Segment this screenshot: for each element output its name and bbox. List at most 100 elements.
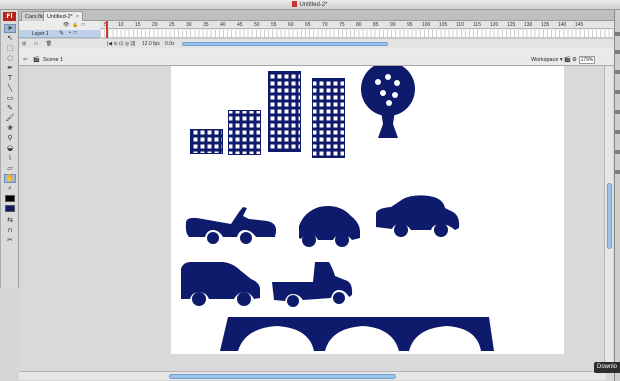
- frame-number: 100: [422, 22, 431, 28]
- fill-color-swatch[interactable]: [5, 205, 15, 212]
- timeline-scrollbar[interactable]: [182, 42, 388, 46]
- horizontal-scroll-thumb[interactable]: [169, 374, 396, 379]
- layer-name: Layer 1: [32, 31, 49, 37]
- line-tool-icon[interactable]: ╲: [4, 84, 16, 93]
- tools-panel: Fl ➤ ↖ ⬚ ◌ ✒ T ╲ ▭ ✎ 🖌 ❀ ⚲ ◒ ⌇ ▱ ✋ ⌕ ⇆ ∩…: [0, 10, 19, 288]
- smooth-option-icon[interactable]: ✂: [4, 236, 16, 245]
- stroke-color-swatch[interactable]: [5, 195, 15, 202]
- frame-number: 130: [524, 22, 533, 28]
- frame-number: 95: [407, 22, 413, 28]
- pencil-icon: ✎: [59, 31, 65, 37]
- hand-tool-icon[interactable]: ✋: [4, 174, 16, 183]
- vertical-scrollbar[interactable]: [604, 66, 613, 371]
- document-icon: [292, 1, 298, 7]
- bridge-shape: [220, 317, 494, 351]
- frame-number: 125: [507, 22, 516, 28]
- frame-rate[interactable]: 12.0 fps: [142, 41, 160, 47]
- panel-icon[interactable]: [615, 110, 620, 114]
- frame-number: 50: [254, 22, 260, 28]
- frame-ruler[interactable]: 5 10 15 20 25 30 35 40 45 50 55 60 65 70…: [100, 21, 614, 29]
- frame-number: 80: [356, 22, 362, 28]
- brush-tool-icon[interactable]: 🖌: [4, 114, 16, 123]
- sedan-car-shape: [376, 195, 460, 237]
- panel-icon[interactable]: [615, 150, 620, 154]
- scene-label[interactable]: Scene 1: [43, 57, 63, 63]
- lasso-tool-icon[interactable]: ◌: [4, 54, 16, 63]
- right-panel-dock: [614, 10, 620, 381]
- text-tool-icon[interactable]: T: [4, 74, 16, 83]
- frame-number: 110: [456, 22, 464, 28]
- panel-icon[interactable]: [615, 170, 620, 174]
- layer-row-layer-1[interactable]: Layer 1 ✎ •□: [19, 30, 100, 38]
- zoom-tool-icon[interactable]: ⌕: [4, 184, 16, 193]
- frame-number: 45: [237, 22, 243, 28]
- building-medium: [228, 110, 261, 155]
- frame-number: 30: [186, 22, 192, 28]
- subselect-tool-icon[interactable]: ↖: [4, 34, 16, 43]
- frame-number: 35: [203, 22, 209, 28]
- arrow-tool-icon[interactable]: ➤: [4, 24, 16, 33]
- frame-number: 20: [152, 22, 158, 28]
- frame-number: 120: [490, 22, 499, 28]
- pencil-tool-icon[interactable]: ✎: [4, 104, 16, 113]
- playhead[interactable]: [106, 21, 108, 38]
- frame-number: 115: [473, 22, 481, 28]
- panel-icon[interactable]: [615, 130, 620, 134]
- frame-number: 65: [305, 22, 311, 28]
- building-tallest: [312, 78, 345, 158]
- stage-artwork: [181, 66, 494, 351]
- flash-app-window: Untitled-2* Fl ➤ ↖ ⬚ ◌ ✒ T ╲ ▭ ✎ 🖌 ❀ ⚲ ◒…: [0, 0, 620, 381]
- frame-number: 40: [220, 22, 226, 28]
- frames-row[interactable]: [100, 30, 614, 38]
- edit-symbol-icon[interactable]: ⚙: [572, 57, 577, 63]
- timeline-panel: 👁🔒□ 5 10 15 20 25 30 35 40 45 50 55 60 6…: [19, 21, 614, 56]
- workspace-area: [19, 66, 606, 371]
- layer-frame-icons[interactable]: |◀ ⊙ ⊡ ◎ [·]: [107, 41, 135, 47]
- frame-number: 145: [575, 22, 584, 28]
- bone-tool-icon[interactable]: ⚲: [4, 134, 16, 143]
- van-shape: [181, 262, 261, 306]
- pickup-truck-shape: [272, 262, 353, 307]
- swap-colors-icon[interactable]: ⇆: [4, 216, 16, 225]
- free-transform-tool-icon[interactable]: ⬚: [4, 44, 16, 53]
- current-frame: 1: [132, 41, 135, 47]
- edit-scene-icon[interactable]: 🎬: [564, 57, 571, 63]
- frame-number: 60: [288, 22, 294, 28]
- stage-canvas[interactable]: [171, 66, 564, 354]
- panel-icon[interactable]: [615, 32, 620, 36]
- scene-icon: 🎬: [33, 57, 40, 63]
- vertical-scroll-thumb[interactable]: [607, 183, 612, 249]
- download-tooltip: Downlo: [594, 362, 620, 373]
- tab-untitled-2[interactable]: Untitled-2* ×: [43, 11, 83, 21]
- elapsed-time: 0.0s: [165, 41, 175, 47]
- panel-icon[interactable]: [615, 90, 620, 94]
- close-tab-icon[interactable]: ×: [76, 14, 79, 20]
- frame-number: 70: [322, 22, 328, 28]
- pen-tool-icon[interactable]: ✒: [4, 64, 16, 73]
- snap-magnet-icon[interactable]: ∩: [4, 226, 16, 235]
- panel-icon[interactable]: [615, 50, 620, 54]
- layer-controls-icons[interactable]: ⊞ ▭ 🗑: [22, 41, 55, 47]
- compact-car-shape: [299, 206, 360, 247]
- convertible-car-shape: [185, 207, 277, 244]
- frame-number: 75: [339, 22, 345, 28]
- back-arrow-icon[interactable]: ⇦: [23, 57, 28, 63]
- eyedropper-tool-icon[interactable]: ⌇: [4, 154, 16, 163]
- edit-bar: ⇦ 🎬 Scene 1 Workspace ▾ 🎬 ⚙ 179%: [19, 55, 614, 66]
- window-title-bar: Untitled-2*: [0, 0, 620, 10]
- zoom-field[interactable]: 179%: [579, 56, 595, 64]
- paint-bucket-tool-icon[interactable]: ◒: [4, 144, 16, 153]
- tree-shape: [361, 66, 415, 138]
- rect-tool-icon[interactable]: ▭: [4, 94, 16, 103]
- eraser-tool-icon[interactable]: ▱: [4, 164, 16, 173]
- frame-number: 140: [558, 22, 567, 28]
- frame-number: 135: [541, 22, 550, 28]
- workspace-label[interactable]: Workspace ▾: [531, 57, 563, 63]
- layer-state-dots[interactable]: •□: [69, 30, 80, 36]
- horizontal-scrollbar[interactable]: [19, 371, 606, 380]
- deco-tool-icon[interactable]: ❀: [4, 124, 16, 133]
- frame-number: 85: [373, 22, 379, 28]
- panel-icon[interactable]: [615, 70, 620, 74]
- frame-number: 55: [271, 22, 277, 28]
- layer-visibility-icons: 👁🔒□: [63, 22, 88, 28]
